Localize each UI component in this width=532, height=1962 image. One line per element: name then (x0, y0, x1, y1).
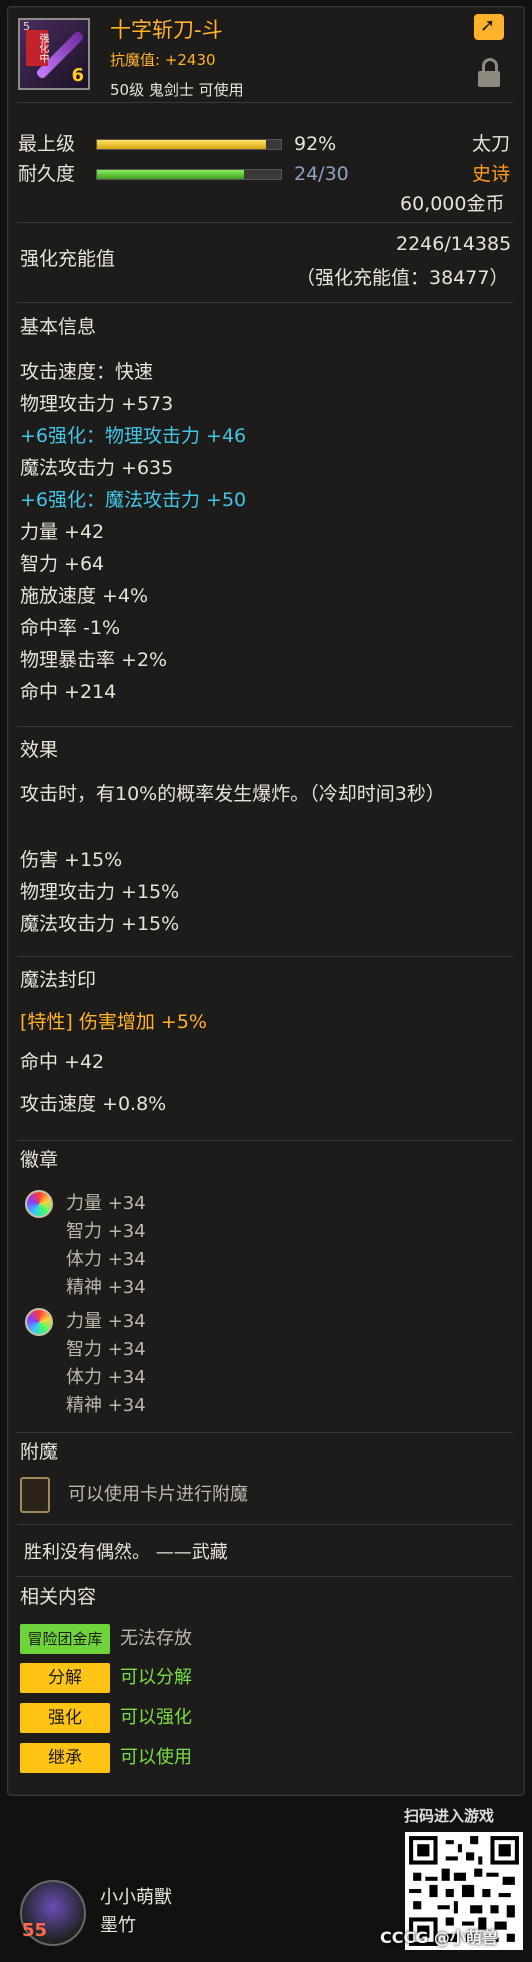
seal-hit: 命中 +42 (20, 1051, 105, 1073)
requirement: 50级 鬼剑士 可使用 (110, 81, 244, 99)
stat-enhance-physical: +6强化：物理攻击力 +46 (20, 425, 247, 447)
price: 60,000金币 (400, 193, 505, 215)
player-server: 墨竹 (100, 1915, 136, 1936)
resist-value: 抗魔值: +2430 (110, 51, 216, 69)
player-name: 小小萌獸 (100, 1887, 172, 1908)
stat-enhance-magic: +6强化：魔法攻击力 +50 (20, 489, 247, 511)
stat-physical-attack: 物理攻击力 +573 (20, 393, 174, 415)
charge-value: 2246/14385 (396, 233, 512, 255)
seal-attack-speed: 攻击速度 +0.8% (20, 1093, 167, 1115)
seal-trait: [特性] 伤害增加 +5% (20, 1011, 207, 1033)
emblem-1-spirit: 精神 +34 (66, 1277, 146, 1298)
share-icon[interactable] (474, 14, 504, 40)
emblem-2-intelligence: 智力 +34 (66, 1339, 146, 1360)
stat-hit: 命中 +214 (20, 681, 117, 703)
stat-strength: 力量 +42 (20, 521, 105, 543)
grade-percent: 92% (294, 133, 337, 155)
enhancing-tag: 强化中 (26, 30, 48, 66)
effect-title: 效果 (20, 739, 59, 761)
enhance-status: 可以强化 (120, 1707, 192, 1728)
emblem-2-vitality: 体力 +34 (66, 1367, 146, 1388)
emblem-title: 徽章 (20, 1149, 59, 1171)
grade-bar (96, 139, 282, 150)
scan-text: 扫码进入游戏 (404, 1807, 495, 1825)
emblem-1-intelligence: 智力 +34 (66, 1221, 146, 1242)
vault-status: 无法存放 (120, 1628, 192, 1649)
emblem-1-strength: 力量 +34 (66, 1193, 146, 1214)
icon-top-number: 5 (23, 20, 30, 33)
charge-total: （强化充能值：38477） (296, 267, 509, 289)
enchant-title: 附魔 (20, 1441, 59, 1463)
enchant-text: 可以使用卡片进行附魔 (68, 1484, 248, 1505)
player-level: 55 (22, 1920, 48, 1941)
enhance-button[interactable]: 强化 (20, 1703, 110, 1733)
effect-description: 攻击时，有10%的概率发生爆炸。（冷却时间3秒） (20, 783, 445, 805)
emblem-2-spirit: 精神 +34 (66, 1395, 146, 1416)
emblem-orb-icon (25, 1308, 53, 1336)
enchant-card-slot[interactable] (20, 1477, 50, 1513)
stat-magic-attack: 魔法攻击力 +635 (20, 457, 174, 479)
emblem-2-strength: 力量 +34 (66, 1311, 146, 1332)
effect-magic: 魔法攻击力 +15% (20, 913, 180, 935)
durability-label: 耐久度 (18, 163, 76, 185)
weapon-icon: 强化中 5 6 (18, 18, 90, 90)
grade-label: 最上级 (18, 133, 76, 155)
durability-bar (96, 169, 282, 180)
disassemble-status: 可以分解 (120, 1667, 192, 1688)
inherit-button[interactable]: 继承 (20, 1743, 110, 1773)
item-name: 十字斩刀-斗 (110, 18, 223, 42)
icon-enhance-level: 6 (71, 65, 84, 86)
emblem-1-vitality: 体力 +34 (66, 1249, 146, 1270)
stat-physical-crit: 物理暴击率 +2% (20, 649, 168, 671)
stat-intelligence: 智力 +64 (20, 553, 105, 575)
effect-physical: 物理攻击力 +15% (20, 881, 180, 903)
rarity: 史诗 (472, 163, 511, 185)
stat-hit-rate: 命中率 -1% (20, 617, 121, 639)
charge-label: 强化充能值 (20, 248, 116, 270)
basic-info-title: 基本信息 (20, 316, 97, 338)
flavor-text: 胜利没有偶然。 ——武藏 (24, 1542, 228, 1563)
watermark: CCCG @小萌兽 (380, 1928, 498, 1947)
related-title: 相关内容 (20, 1586, 97, 1608)
inherit-status: 可以使用 (120, 1747, 192, 1768)
stat-cast-speed: 施放速度 +4% (20, 585, 149, 607)
emblem-orb-icon (25, 1190, 53, 1218)
stat-attack-speed: 攻击速度：快速 (20, 361, 154, 383)
durability-value: 24/30 (294, 163, 349, 185)
weapon-type: 太刀 (472, 133, 511, 155)
effect-damage: 伤害 +15% (20, 849, 123, 871)
adventure-vault-button[interactable]: 冒险团金库 (20, 1624, 110, 1654)
lock-icon[interactable] (478, 58, 500, 88)
disassemble-button[interactable]: 分解 (20, 1663, 110, 1693)
seal-title: 魔法封印 (20, 969, 97, 991)
